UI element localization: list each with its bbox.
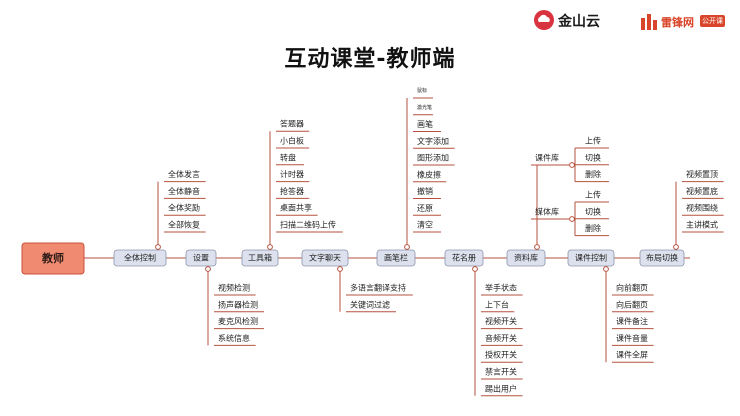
leaf-item: 上下台 bbox=[485, 299, 509, 309]
leaf-item: 麦克风检测 bbox=[218, 316, 258, 326]
node-0-label: 全体控制 bbox=[124, 253, 156, 263]
leaf-item: 计时器 bbox=[280, 169, 304, 179]
leaf-item: 全体发言 bbox=[168, 169, 200, 179]
node-1-label: 设置 bbox=[193, 253, 209, 263]
group-label: 媒体库 bbox=[535, 207, 559, 217]
mind-map-diagram: 教师 全体控制 全体发言全体静音全体奖励全部恢复设置视频检测扬声器检测麦克风检测系统… bbox=[21, 87, 724, 397]
leaf-item: 授权开关 bbox=[485, 350, 517, 360]
leaf-item: 举手状态 bbox=[485, 283, 517, 293]
node-2-up-circle bbox=[267, 244, 273, 250]
node-4-up-circle bbox=[404, 244, 410, 250]
leaf-item: 向后翻页 bbox=[616, 299, 648, 309]
root-node-label: 教师 bbox=[41, 251, 64, 265]
leaf-item: 删除 bbox=[585, 169, 601, 179]
leaf-item: 撤销 bbox=[417, 186, 433, 196]
leaf-item: 多语言翻译支持 bbox=[350, 283, 406, 293]
node-2-label: 工具箱 bbox=[248, 253, 272, 263]
leaf-item: 课件全屏 bbox=[616, 350, 648, 360]
leaf-item: 答题器 bbox=[280, 119, 304, 129]
leaf-item: 扬声器检测 bbox=[218, 299, 258, 309]
leaf-item: 视频围绕 bbox=[686, 203, 718, 213]
leaf-item: 小白板 bbox=[280, 136, 304, 146]
leaf-item: 抢答器 bbox=[280, 186, 304, 196]
node-5-label: 花名册 bbox=[452, 253, 476, 263]
node-6-up-circle bbox=[534, 244, 540, 250]
leaf-item: 删除 bbox=[585, 223, 601, 233]
leaf-item: 画笔 bbox=[417, 119, 433, 129]
leaf-item: 切换 bbox=[585, 152, 601, 162]
group-circle bbox=[569, 162, 575, 168]
group-circle bbox=[569, 216, 575, 222]
leaf-item: 视频置底 bbox=[686, 186, 718, 196]
leaf-item: 主讲模式 bbox=[686, 220, 718, 230]
leaf-item: 全体静音 bbox=[168, 186, 200, 196]
leaf-item: 桌面共享 bbox=[280, 203, 312, 213]
node-4-label: 画笔栏 bbox=[384, 253, 408, 263]
leaf-item: 关键词过滤 bbox=[350, 299, 390, 309]
leaf-item: 全体奖励 bbox=[168, 203, 200, 213]
leaf-item: 上传 bbox=[585, 136, 601, 146]
leaf-item: 清空 bbox=[417, 220, 433, 230]
leaf-item: 切换 bbox=[585, 206, 601, 216]
leaf-item: 系统信息 bbox=[218, 333, 250, 343]
leaf-item: 激光笔 bbox=[417, 104, 432, 111]
leaf-item: 课件音量 bbox=[616, 333, 648, 343]
leaf-item: 全部恢复 bbox=[168, 220, 200, 230]
leaf-item: 上传 bbox=[585, 190, 601, 200]
node-5-down-circle bbox=[472, 266, 478, 272]
leaf-item: 音频开关 bbox=[485, 333, 517, 343]
leaf-item: 转盘 bbox=[280, 152, 296, 162]
node-1-down-circle bbox=[205, 266, 211, 272]
node-7-label: 课件控制 bbox=[575, 253, 607, 263]
leaf-item: 踢出用户 bbox=[485, 383, 517, 393]
leaf-item: 视频开关 bbox=[485, 316, 517, 326]
leaf-item: 扫描二维码上传 bbox=[280, 220, 336, 230]
node-8-up-circle bbox=[673, 244, 679, 250]
leaf-item: 课件备注 bbox=[616, 316, 648, 326]
node-6-label: 资料库 bbox=[514, 253, 538, 263]
leaf-item: 向前翻页 bbox=[616, 283, 648, 293]
group-label: 课件库 bbox=[535, 153, 559, 163]
leaf-item: 视频检测 bbox=[218, 283, 250, 293]
node-7-down-circle bbox=[603, 266, 609, 272]
node-3-label: 文字聊天 bbox=[309, 253, 341, 263]
node-8-label: 布局切换 bbox=[646, 253, 678, 263]
leaf-item: 鼠标 bbox=[417, 87, 427, 94]
leaf-item: 禁言开关 bbox=[485, 367, 517, 377]
node-0-up-circle bbox=[155, 244, 161, 250]
leaf-item: 还原 bbox=[417, 203, 433, 213]
leaf-item: 视频置顶 bbox=[686, 169, 718, 179]
node-3-down-circle bbox=[337, 266, 343, 272]
leaf-item: 橡皮擦 bbox=[417, 169, 441, 179]
leaf-item: 图形添加 bbox=[417, 153, 449, 163]
leaf-item: 文字添加 bbox=[417, 136, 449, 146]
